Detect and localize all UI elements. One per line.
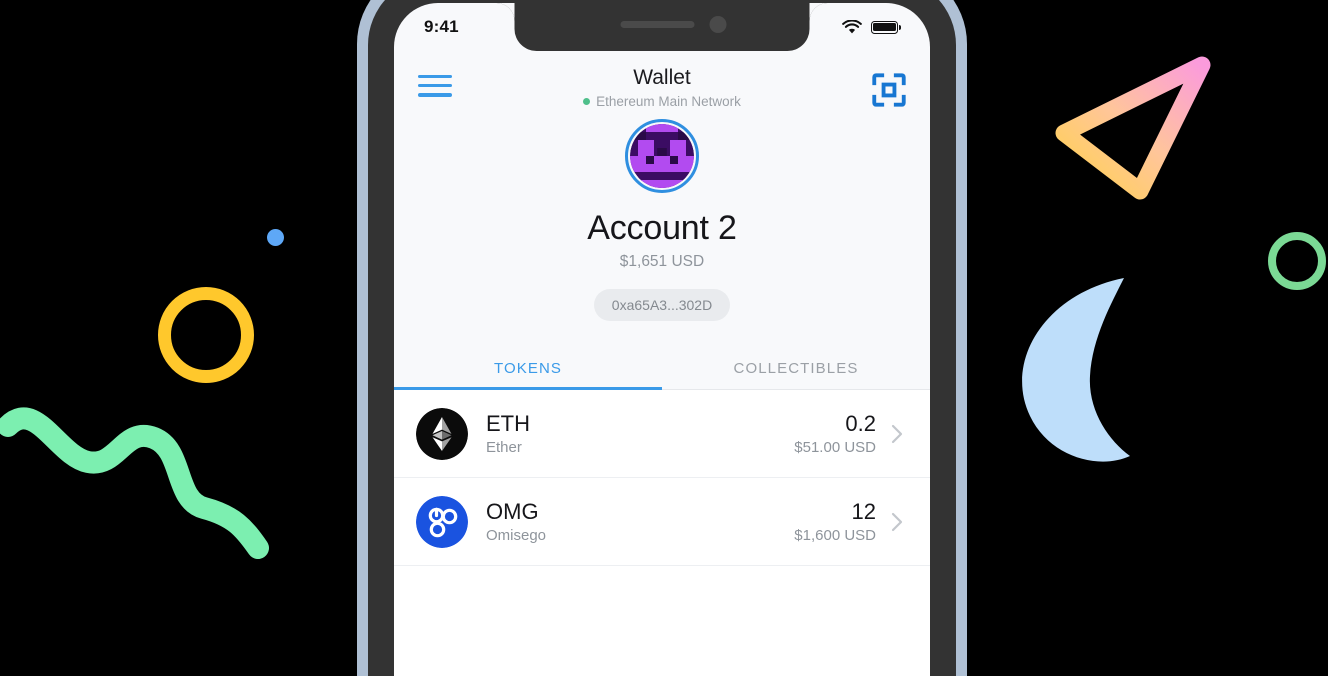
ethereum-logo bbox=[416, 407, 468, 460]
screenshot-stage: 9:41 Wallet Ethereum Main Network Accoun… bbox=[0, 0, 1328, 676]
hamburger-bar bbox=[418, 93, 452, 97]
battery-icon bbox=[871, 20, 901, 34]
battery-level bbox=[873, 22, 896, 32]
table-row[interactable]: OMG Omisego 12 $1,600 USD bbox=[394, 478, 930, 566]
green-squiggle-shape bbox=[0, 407, 269, 559]
phone-frame: 9:41 Wallet Ethereum Main Network Accoun… bbox=[357, 0, 967, 676]
token-name: Ether bbox=[486, 439, 522, 457]
scan-qr-icon[interactable] bbox=[872, 61, 906, 107]
token-amount: 0.2 bbox=[845, 410, 876, 436]
token-fiat-value: $51.00 USD bbox=[794, 439, 876, 457]
header-center: Wallet Ethereum Main Network bbox=[452, 61, 872, 109]
chevron-right-icon bbox=[891, 424, 903, 443]
phone-screen: 9:41 Wallet Ethereum Main Network Accoun… bbox=[394, 3, 930, 676]
token-values: 12 $1,600 USD bbox=[794, 499, 876, 544]
network-indicator[interactable]: Ethereum Main Network bbox=[452, 94, 872, 109]
token-meta: OMG Omisego bbox=[486, 499, 546, 544]
account-name: Account 2 bbox=[587, 209, 737, 247]
tab-tokens[interactable]: TOKENS bbox=[394, 347, 662, 390]
status-bar: 9:41 bbox=[394, 3, 930, 51]
token-amount: 12 bbox=[851, 498, 876, 524]
hamburger-menu-icon[interactable] bbox=[418, 61, 452, 97]
account-block: Account 2 $1,651 USD 0xa65A3...302D bbox=[394, 113, 930, 321]
status-indicators bbox=[842, 19, 901, 35]
account-balance: $1,651 USD bbox=[619, 253, 705, 270]
table-row[interactable]: ETH Ether 0.2 $51.00 USD bbox=[394, 390, 930, 478]
app-header: Wallet Ethereum Main Network bbox=[394, 51, 930, 113]
blue-dot-shape bbox=[267, 229, 284, 246]
gradient-triangle-shape bbox=[1055, 56, 1211, 200]
green-ring-shape bbox=[1268, 232, 1326, 290]
token-symbol: OMG bbox=[486, 498, 539, 524]
token-list-empty-area bbox=[394, 566, 930, 676]
phone-bezel: 9:41 Wallet Ethereum Main Network Accoun… bbox=[368, 0, 956, 676]
network-label: Ethereum Main Network bbox=[596, 94, 741, 109]
tab-bar: TOKENS COLLECTIBLES bbox=[394, 347, 930, 390]
token-fiat-value: $1,600 USD bbox=[794, 527, 876, 545]
token-list: ETH Ether 0.2 $51.00 USD OMG Omisego 12 … bbox=[394, 390, 930, 676]
yellow-ring-shape bbox=[158, 287, 254, 383]
hamburger-bar bbox=[418, 84, 452, 88]
token-values: 0.2 $51.00 USD bbox=[794, 411, 876, 456]
token-meta: ETH Ether bbox=[486, 411, 530, 456]
omisego-logo bbox=[416, 495, 468, 548]
account-address[interactable]: 0xa65A3...302D bbox=[593, 289, 731, 321]
token-name: Omisego bbox=[486, 527, 547, 545]
account-identicon bbox=[630, 124, 694, 188]
blue-crescent-shape bbox=[1022, 278, 1130, 462]
wifi-icon bbox=[842, 19, 862, 33]
network-status-dot bbox=[583, 98, 591, 105]
chevron-right-icon bbox=[891, 512, 903, 531]
hamburger-bar bbox=[418, 75, 452, 79]
tab-collectibles[interactable]: COLLECTIBLES bbox=[662, 347, 930, 389]
status-time: 9:41 bbox=[424, 17, 459, 36]
token-symbol: ETH bbox=[486, 410, 530, 436]
avatar[interactable] bbox=[625, 119, 699, 193]
page-title: Wallet bbox=[633, 66, 691, 89]
